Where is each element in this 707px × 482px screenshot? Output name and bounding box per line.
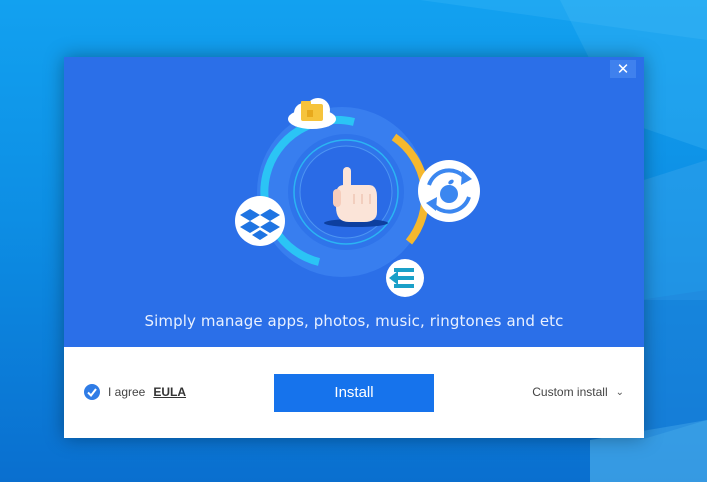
tagline: Simply manage apps, photos, music, ringt… <box>144 312 564 330</box>
eula-link[interactable]: EULA <box>153 385 186 399</box>
agree-row: I agree EULA <box>84 383 186 401</box>
agree-label: I agree <box>108 385 146 399</box>
cloud-folder-icon <box>288 98 336 129</box>
checkmark-icon <box>87 388 97 398</box>
installer-footer: I agree EULA Install Custom install ⌄ <box>64 347 644 438</box>
custom-install-label: Custom install <box>532 385 608 399</box>
apple-sync-icon <box>418 160 480 222</box>
e-arrow-icon <box>386 259 424 297</box>
hero-illustration <box>235 98 480 297</box>
install-button[interactable]: Install <box>274 374 434 412</box>
close-button[interactable]: ✕ <box>610 60 636 78</box>
installer-window: ✕ Simply manage apps, photos, music, rin… <box>64 57 644 438</box>
hero-panel: ✕ Simply manage apps, photos, music, rin… <box>64 57 644 347</box>
chevron-down-icon: ⌄ <box>615 386 624 398</box>
custom-install-toggle[interactable]: Custom install ⌄ <box>532 383 624 401</box>
agree-checkbox[interactable] <box>84 384 100 400</box>
dropbox-icon <box>235 196 285 246</box>
